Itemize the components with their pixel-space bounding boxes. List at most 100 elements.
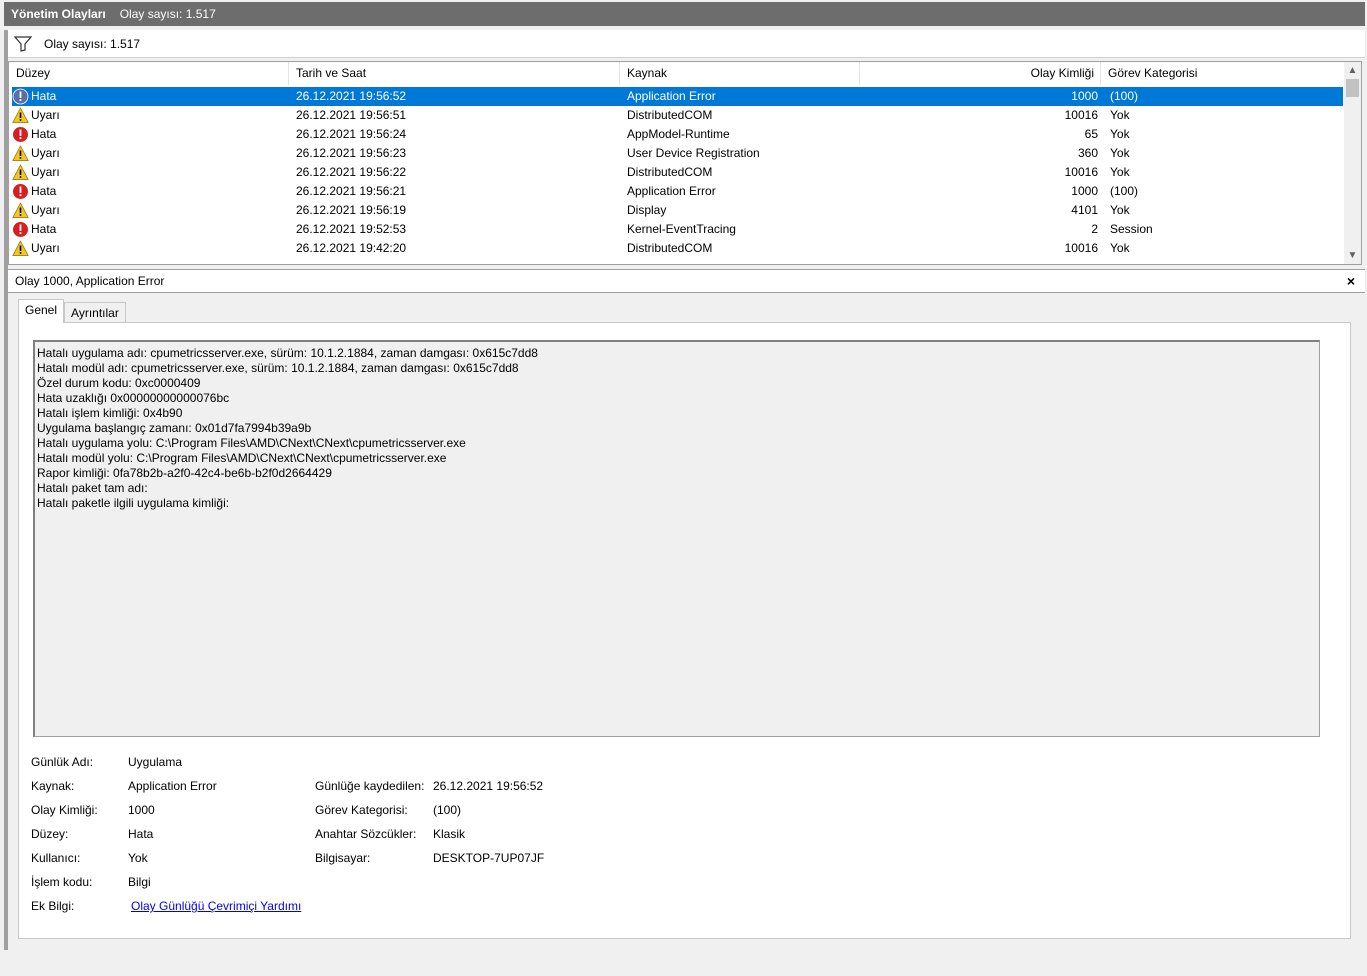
col-event-id[interactable]: Olay Kimliği <box>860 62 1101 85</box>
filter-bar: Olay sayısı: 1.517 <box>8 30 1365 58</box>
warning-icon <box>12 145 29 161</box>
description-line: Uygulama başlangıç zamanı: 0x01d7fa7994b… <box>37 421 312 435</box>
row-datetime: 26.12.2021 19:56:22 <box>296 165 407 179</box>
table-row[interactable]: Hata 26.12.2021 19:56:24 AppModel-Runtime 6… <box>12 125 1343 144</box>
table-row[interactable]: Hata 26.12.2021 19:56:52 Application Error… <box>12 87 1343 106</box>
row-source: DistributedCOM <box>627 108 713 122</box>
logged-value: 26.12.2021 19:56:52 <box>433 779 544 793</box>
description-line: Hatalı uygulama yolu: C:\Program Files\A… <box>37 436 466 450</box>
row-datetime: 26.12.2021 19:52:53 <box>296 222 407 236</box>
row-task-category: Yok <box>1110 241 1130 255</box>
online-help-link[interactable]: Olay Günlüğü Çevrimiçi Yardımı <box>131 897 301 915</box>
error-icon <box>13 222 28 237</box>
level-text: Hata <box>31 222 57 236</box>
task-category-value: (100) <box>433 803 462 817</box>
table-row[interactable]: Hata 26.12.2021 19:52:53 Kernel-EventTraci… <box>12 220 1343 239</box>
row-level: Uyarı <box>12 239 292 258</box>
description-line: Hata uzaklığı 0x00000000000076bc <box>37 391 230 405</box>
col-source[interactable]: Kaynak <box>620 62 860 85</box>
row-datetime: 26.12.2021 19:56:23 <box>296 146 407 160</box>
row-task-category: (100) <box>1110 89 1139 103</box>
level-text: Hata <box>31 184 57 198</box>
logged-label: Günlüğe kaydedilen: <box>315 779 425 793</box>
level-text: Uyarı <box>31 108 60 122</box>
table-body: Hata 26.12.2021 19:56:52 Application Error… <box>12 87 1343 258</box>
description-line: Hatalı işlem kimliği: 0x4b90 <box>37 406 183 420</box>
row-source: Kernel-EventTracing <box>627 222 736 236</box>
level-label: Düzey: <box>31 827 69 841</box>
event-description[interactable]: Hatalı uygulama adı: cpumetricsserver.ex… <box>33 340 1320 737</box>
level-text: Uyarı <box>31 165 60 179</box>
source-label: Kaynak: <box>31 779 75 793</box>
status-bar <box>0 950 1367 976</box>
log-name-value: Uygulama <box>128 755 183 769</box>
row-event-id: 10016 <box>1064 108 1098 122</box>
row-source: AppModel-Runtime <box>627 127 730 141</box>
events-table[interactable]: Düzey Tarih ve Saat Kaynak Olay Kimliği … <box>8 61 1362 265</box>
row-task-category: Yok <box>1110 127 1130 141</box>
level-text: Uyarı <box>31 146 60 160</box>
close-icon[interactable]: × <box>1347 273 1355 289</box>
row-event-id: 1000 <box>1071 89 1098 103</box>
event-count: Olay sayısı: 1.517 <box>119 7 216 21</box>
row-datetime: 26.12.2021 19:42:20 <box>296 241 407 255</box>
row-datetime: 26.12.2021 19:56:21 <box>296 184 407 198</box>
table-row[interactable]: Hata 26.12.2021 19:56:21 Application Error… <box>12 182 1343 201</box>
row-source: DistributedCOM <box>627 165 713 179</box>
title-bar: Yönetim Olayları Olay sayısı: 1.517 <box>4 2 1365 26</box>
table-row[interactable]: Uyarı 26.12.2021 19:56:19 Display 4101 Yok <box>12 201 1343 220</box>
row-source: Application Error <box>627 184 716 198</box>
table-row[interactable]: Uyarı 26.12.2021 19:56:22 DistributedCOM 10… <box>12 163 1343 182</box>
row-task-category: Yok <box>1110 146 1130 160</box>
row-task-category: Yok <box>1110 108 1130 122</box>
filter-icon[interactable] <box>14 35 32 52</box>
row-level: Hata <box>12 125 292 144</box>
computer-value: DESKTOP-7UP07JF <box>433 851 545 865</box>
row-event-id: 10016 <box>1064 165 1098 179</box>
scroll-down-icon[interactable]: ▼ <box>1344 247 1361 264</box>
tab-general[interactable]: Genel <box>18 299 65 323</box>
warning-icon <box>12 202 29 218</box>
detail-tabs: Genel Ayrıntılar <box>18 299 126 323</box>
vertical-scrollbar[interactable]: ▲ ▼ <box>1344 62 1361 264</box>
table-row[interactable]: Uyarı 26.12.2021 19:56:51 DistributedCOM 10… <box>12 106 1343 125</box>
row-event-id: 4101 <box>1071 203 1098 217</box>
event-id-value: 1000 <box>128 803 155 817</box>
error-icon <box>13 184 28 199</box>
row-datetime: 26.12.2021 19:56:51 <box>296 108 407 122</box>
row-level: Hata <box>12 220 292 239</box>
row-level: Uyarı <box>12 201 292 220</box>
opcode-label: İşlem kodu: <box>31 875 93 889</box>
table-header: Düzey Tarih ve Saat Kaynak Olay Kimliği … <box>9 62 1345 85</box>
user-label: Kullanıcı: <box>31 851 81 865</box>
computer-label: Bilgisayar: <box>315 851 371 865</box>
description-line: Hatalı modül adı: cpumetricsserver.exe, … <box>37 361 519 375</box>
more-info-label: Ek Bilgi: <box>31 899 75 913</box>
keywords-label: Anahtar Sözcükler: <box>315 827 417 841</box>
row-datetime: 26.12.2021 19:56:19 <box>296 203 407 217</box>
row-datetime: 26.12.2021 19:56:24 <box>296 127 407 141</box>
description-line: Hatalı modül yolu: C:\Program Files\AMD\… <box>37 451 447 465</box>
description-line: Hatalı paketle ilgili uygulama kimliği: <box>37 496 230 510</box>
scroll-up-icon[interactable]: ▲ <box>1344 62 1361 79</box>
row-source: Display <box>627 203 667 217</box>
opcode-value: Bilgi <box>128 875 151 889</box>
description-line: Hatalı uygulama adı: cpumetricsserver.ex… <box>37 346 538 360</box>
description-line: Hatalı paket tam adı: <box>37 481 148 495</box>
row-event-id: 10016 <box>1064 241 1098 255</box>
col-datetime[interactable]: Tarih ve Saat <box>289 62 620 85</box>
keywords-value: Klasik <box>433 827 466 841</box>
table-row[interactable]: Uyarı 26.12.2021 19:56:23 User Device Regi… <box>12 144 1343 163</box>
col-task-category[interactable]: Görev Kategorisi <box>1101 62 1345 85</box>
tab-details[interactable]: Ayrıntılar <box>64 302 126 323</box>
col-level[interactable]: Düzey <box>9 62 289 85</box>
table-row[interactable]: Uyarı 26.12.2021 19:42:20 DistributedCOM 10… <box>12 239 1343 258</box>
row-datetime: 26.12.2021 19:56:52 <box>296 89 407 103</box>
warning-icon <box>12 240 29 256</box>
scroll-thumb[interactable] <box>1346 79 1359 97</box>
row-source: Application Error <box>627 89 716 103</box>
user-value: Yok <box>128 851 148 865</box>
description-line: Özel durum kodu: 0xc0000409 <box>37 376 201 390</box>
description-line: Rapor kimliği: 0fa78b2b-a2f0-42c4-be6b-b… <box>37 466 332 480</box>
source-value: Application Error <box>128 779 217 793</box>
